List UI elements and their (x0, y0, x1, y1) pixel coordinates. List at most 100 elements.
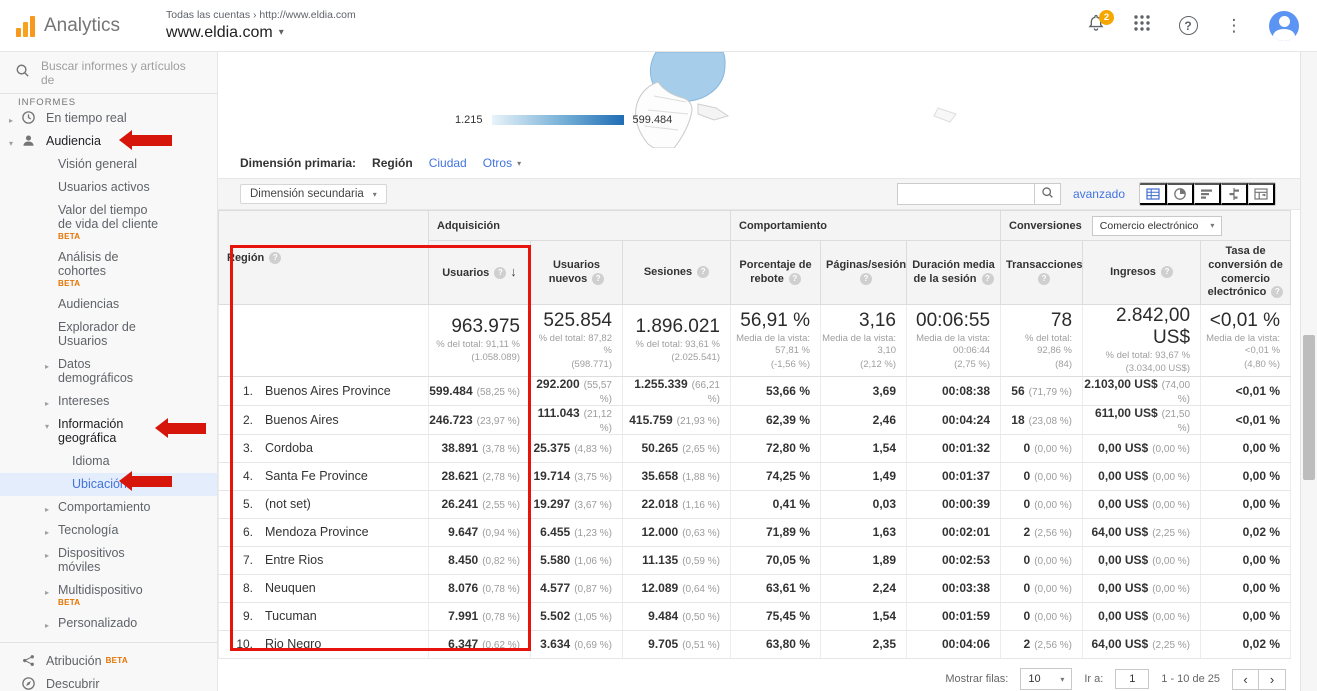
sidebar-item-en-tiempo-real[interactable]: ▸En tiempo real (0, 107, 217, 130)
advanced-link[interactable]: avanzado (1073, 187, 1125, 201)
region-link[interactable]: (not set) (265, 497, 311, 511)
column-header-ingresos[interactable]: Ingresos? (1083, 241, 1201, 305)
ecommerce-selector[interactable]: Comercio electrónico▾ (1092, 216, 1223, 236)
metric-cell: 0,03 (821, 490, 907, 518)
goto-page-input[interactable] (1115, 669, 1149, 689)
table-row: 1.Buenos Aires Province599.484(58,25 %)2… (219, 376, 1291, 405)
pagination-range: 1 - 10 de 25 (1161, 673, 1220, 685)
dimension-ciudad[interactable]: Ciudad (429, 156, 467, 170)
sidebar-item-atribucion[interactable]: AtribuciónBETA (0, 650, 217, 673)
column-header-p-ginas-sesi-n[interactable]: Páginas/sesión? (821, 241, 907, 305)
metric-cell: 00:03:38 (907, 574, 1001, 602)
help-icon[interactable]: ? (269, 252, 281, 264)
primary-dimension-label: Dimensión primaria: (240, 156, 356, 170)
sidebar-item-tecnologia[interactable]: ▸Tecnología (0, 519, 217, 542)
sidebar-item-audiencia[interactable]: ▾Audiencia (0, 130, 217, 153)
help-icon[interactable]: ? (1271, 286, 1283, 298)
column-header-transacciones[interactable]: Transacciones? (1001, 241, 1083, 305)
region-link[interactable]: Mendoza Province (265, 525, 369, 539)
sidebar-item-audiencias[interactable]: Audiencias (0, 293, 217, 316)
table-search-input[interactable] (897, 183, 1035, 205)
avatar-person-icon (1279, 16, 1290, 27)
metric-cell: <0,01 % (1201, 376, 1291, 405)
sidebar-item-explorador-de-usuarios[interactable]: Explorador de Usuarios (0, 316, 217, 353)
apps-grid-button[interactable] (1131, 15, 1153, 37)
dimension-region[interactable]: Región (372, 156, 413, 170)
dimension-otros[interactable]: Otros ▾ (483, 156, 521, 170)
column-header-usuarios-nuevos[interactable]: Usuarios nuevos? (531, 241, 623, 305)
region-link[interactable]: Santa Fe Province (265, 469, 368, 483)
more-options-button[interactable]: ⋮ (1223, 15, 1245, 37)
help-icon[interactable]: ? (1038, 273, 1050, 285)
region-link[interactable]: Rio Negro (265, 637, 321, 651)
table-row: 10.Rio Negro6.347(0,62 %)3.634(0,69 %)9.… (219, 630, 1291, 658)
column-header-porcentaje-de-rebote[interactable]: Porcentaje de rebote? (731, 241, 821, 305)
help-icon[interactable]: ? (592, 273, 604, 285)
vertical-scrollbar[interactable] (1300, 52, 1317, 691)
sidebar-item-idioma[interactable]: Idioma (0, 450, 217, 473)
summary-cell: 78% del total: 92,86 %(84) (1001, 305, 1083, 377)
sidebar-item-multidispositivo[interactable]: ▸MultidispositivoBETA (0, 579, 217, 612)
percentage-view-button[interactable] (1167, 183, 1194, 205)
scrollbar-thumb[interactable] (1303, 335, 1315, 480)
metric-cell: 0,00 US$(0,00 %) (1083, 434, 1201, 462)
sidebar-item-analisis-de-cohortes[interactable]: Análisis de cohortesBETA (0, 246, 217, 293)
avatar[interactable] (1269, 11, 1299, 41)
performance-view-button[interactable] (1194, 183, 1221, 205)
next-page-button[interactable]: › (1259, 669, 1286, 690)
comparison-view-button[interactable] (1221, 183, 1248, 205)
region-link[interactable]: Neuquen (265, 581, 316, 595)
help-icon[interactable]: ? (494, 267, 506, 279)
sort-desc-icon[interactable]: ↓ (510, 264, 517, 279)
secondary-dimension-button[interactable]: Dimensión secundaria ▾ (240, 184, 387, 204)
region-link[interactable]: Buenos Aires Province (265, 384, 391, 398)
metric-cell: 9.705(0,51 %) (623, 630, 731, 658)
help-button[interactable]: ? (1177, 15, 1199, 37)
rows-per-page-select[interactable]: 10 ▾ (1020, 668, 1072, 690)
top-nav: Analytics Todas las cuentas › http://www… (0, 0, 1317, 52)
property-name[interactable]: www.eldia.com (166, 23, 273, 42)
sidebar-item-descubrir[interactable]: Descubrir (0, 673, 217, 691)
sidebar-item-dispositivos-moviles[interactable]: ▸Dispositivos móviles (0, 542, 217, 579)
clock-icon (21, 110, 37, 126)
help-icon[interactable]: ? (697, 266, 709, 278)
column-header-tasa-de-conversi-n-de-comercio-electr-nico[interactable]: Tasa de conversión de comercio electróni… (1201, 241, 1291, 305)
help-icon[interactable]: ? (1161, 266, 1173, 278)
notifications-button[interactable]: 2 (1085, 15, 1107, 37)
region-link[interactable]: Cordoba (265, 441, 313, 455)
region-link[interactable]: Buenos Aires (265, 413, 339, 427)
breadcrumb[interactable]: Todas las cuentas › http://www.eldia.com (166, 9, 356, 22)
region-link[interactable]: Entre Rios (265, 553, 323, 567)
sidebar-item-valor-tiempo-vida-cliente[interactable]: Valor del tiempo de vida del clienteBETA (0, 199, 217, 246)
metric-cell: 35.658(1,88 %) (623, 462, 731, 490)
sidebar-item-label: Visión general (58, 157, 137, 171)
account-switcher[interactable]: Todas las cuentas › http://www.eldia.com… (166, 9, 356, 43)
search-placeholder: Buscar informes y artículos de (41, 59, 202, 87)
region-link[interactable]: Tucuman (265, 609, 317, 623)
help-icon[interactable]: ? (982, 273, 994, 285)
summary-cell: 963.975% del total: 91,11 %(1.058.089) (429, 305, 531, 377)
sidebar-search[interactable]: Buscar informes y artículos de (0, 52, 217, 94)
sidebar-item-intereses[interactable]: ▸Intereses (0, 390, 217, 413)
sidebar-item-datos-demograficos[interactable]: ▸Datos demográficos (0, 353, 217, 390)
sidebar-item-vision-general[interactable]: Visión general (0, 153, 217, 176)
sidebar-item-usuarios-activos[interactable]: Usuarios activos (0, 176, 217, 199)
metric-cell: 22.018(1,16 %) (623, 490, 731, 518)
pivot-view-button[interactable] (1248, 183, 1275, 205)
column-header-sesiones[interactable]: Sesiones? (623, 241, 731, 305)
column-header-region[interactable]: Región? (219, 211, 429, 305)
help-icon[interactable]: ? (789, 273, 801, 285)
help-icon[interactable]: ? (860, 273, 872, 285)
search-button[interactable] (1035, 183, 1061, 205)
prev-page-button[interactable]: ‹ (1232, 669, 1259, 690)
argentina-map[interactable] (398, 52, 1018, 148)
table-view-button[interactable] (1140, 183, 1167, 205)
column-header-duraci-n-media-de-la-sesi-n[interactable]: Duración media de la sesión? (907, 241, 1001, 305)
sidebar-item-ubicacion[interactable]: Ubicación (0, 473, 217, 496)
sidebar-item-personalizado[interactable]: ▸Personalizado (0, 612, 217, 635)
column-header-usuarios[interactable]: Usuarios?↓ (429, 241, 531, 305)
metric-cell: 0,02 % (1201, 630, 1291, 658)
sidebar-item-comportamiento[interactable]: ▸Comportamiento (0, 496, 217, 519)
analytics-logo-icon[interactable] (16, 15, 35, 37)
metric-cell: 00:02:01 (907, 518, 1001, 546)
